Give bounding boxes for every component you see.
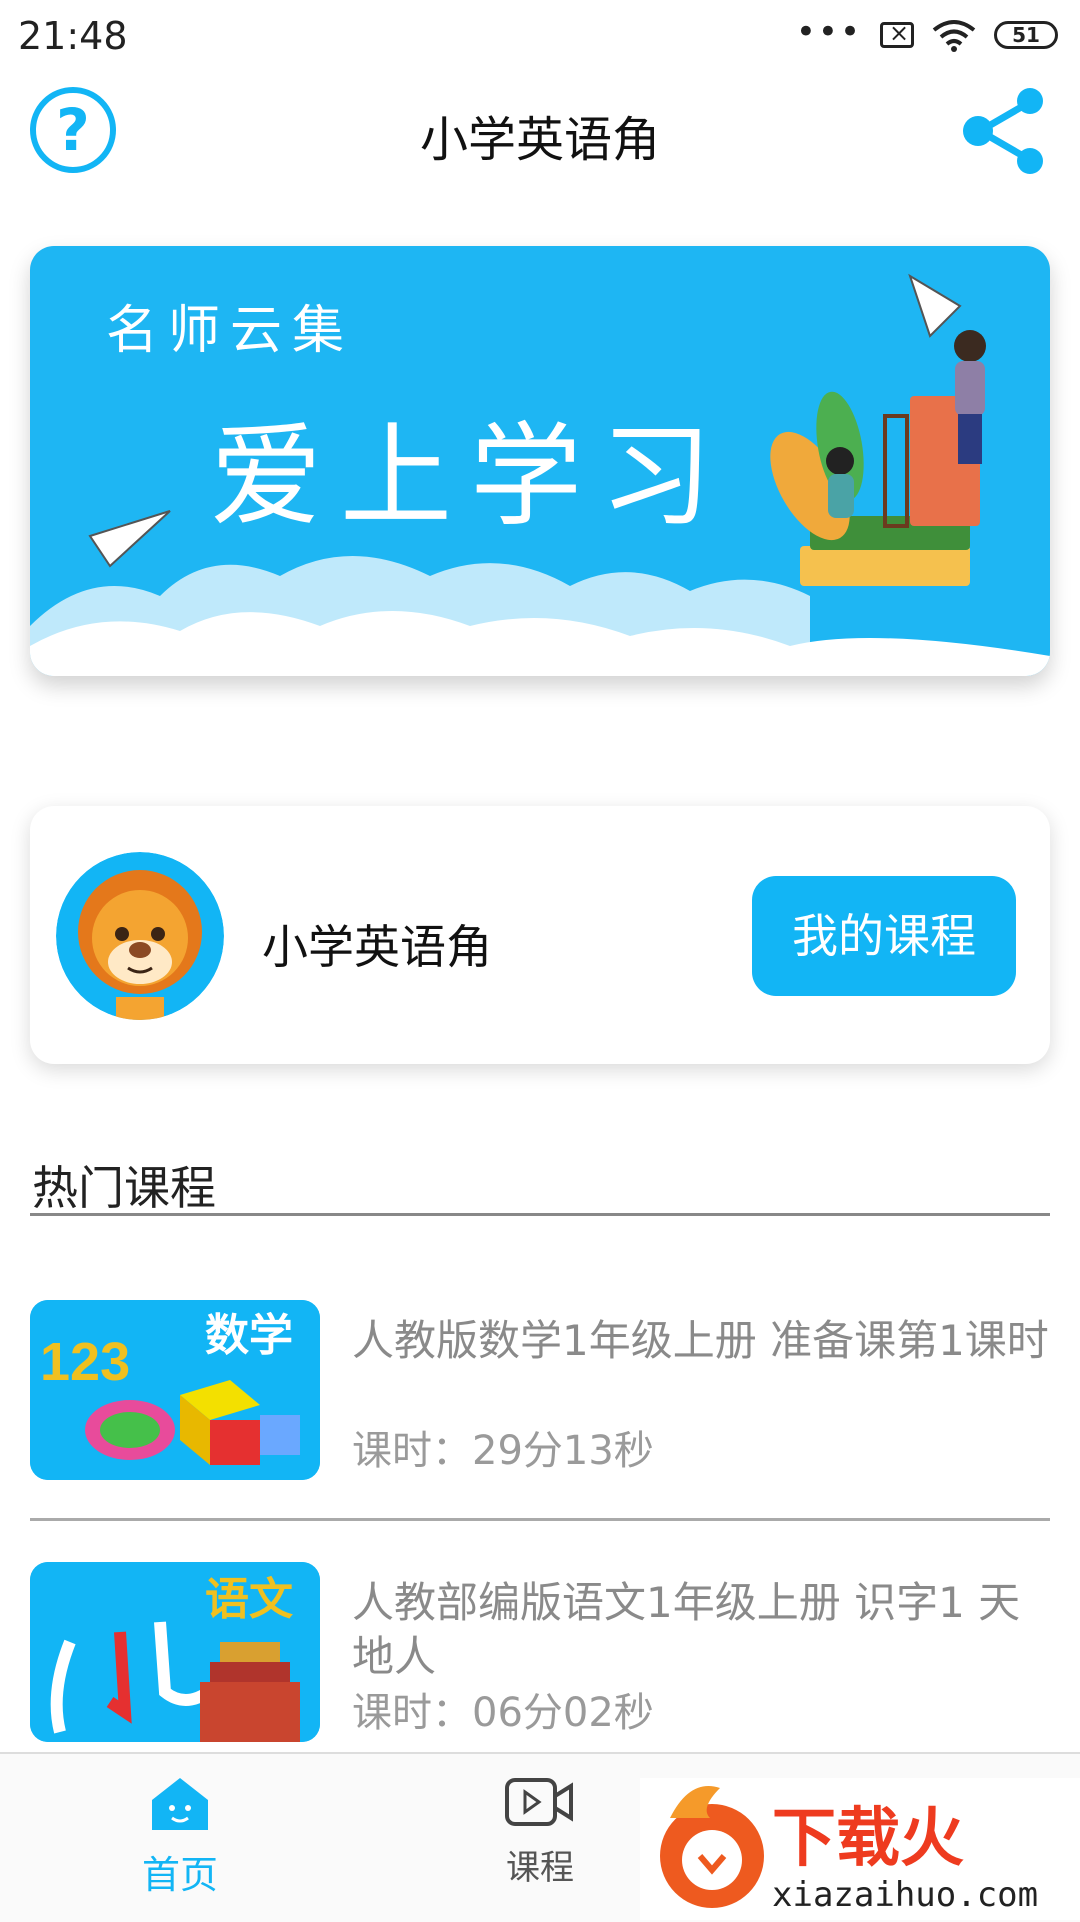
math-label: 数学	[205, 1310, 293, 1361]
no-sim-icon	[880, 19, 914, 48]
section-title-hot-courses: 热门课程	[32, 1161, 216, 1215]
home-icon	[152, 1778, 208, 1830]
lion-avatar-icon	[56, 852, 224, 1020]
course-title: 人教版数学1年级上册 准备课第1课时	[352, 1316, 1049, 1365]
watermark-logo: 下载火 xiazaihuo.com	[640, 1778, 1080, 1920]
profile-name: 小学英语角	[262, 920, 492, 974]
status-bar: 21:48 ••• 51	[0, 0, 1080, 80]
paper-plane-icon	[88, 510, 171, 568]
list-divider	[30, 1518, 1050, 1521]
section-divider	[30, 1213, 1050, 1216]
watermark-url: xiazaihuo.com	[772, 1875, 1038, 1915]
avatar[interactable]	[56, 852, 224, 1020]
share-icon[interactable]	[960, 86, 1050, 176]
paper-plane-icon	[908, 273, 962, 338]
watermark-brand: 下载火	[772, 1802, 964, 1876]
math-digits: 123	[40, 1332, 130, 1392]
course-thumbnail-math: 123 数学	[30, 1300, 320, 1480]
nav-courses[interactable]: 课程	[440, 1776, 640, 1889]
profile-card: 小学英语角 我的课程	[30, 806, 1050, 1064]
nav-home-label: 首页	[141, 1853, 218, 1897]
banner-subtitle: 名师云集	[106, 301, 355, 361]
page-title: 小学英语角	[419, 112, 660, 168]
status-icons: ••• 51	[795, 12, 1058, 52]
chinese-label: 语文	[205, 1574, 293, 1625]
wifi-icon	[932, 20, 976, 52]
course-title: 人教部编版语文1年级上册 识字1 天地人	[352, 1578, 1021, 1681]
banner-headline: 爱上学习	[210, 412, 730, 542]
course-duration: 课时：06分02秒	[352, 1690, 654, 1736]
promo-banner[interactable]: 名师云集 爱上学习	[30, 246, 1050, 676]
video-icon	[505, 1778, 573, 1826]
course-thumbnail-chinese: 语文	[30, 1562, 320, 1742]
status-time: 21:48	[18, 14, 128, 58]
app-bar: ? 小学英语角	[0, 80, 1080, 190]
course-duration: 课时：29分13秒	[352, 1428, 654, 1474]
battery-icon: 51	[994, 21, 1058, 49]
nav-courses-label: 课程	[506, 1848, 574, 1888]
more-dots-icon: •••	[795, 12, 862, 52]
my-courses-button[interactable]: 我的课程	[752, 876, 1016, 996]
nav-home[interactable]: 首页	[80, 1776, 280, 1899]
